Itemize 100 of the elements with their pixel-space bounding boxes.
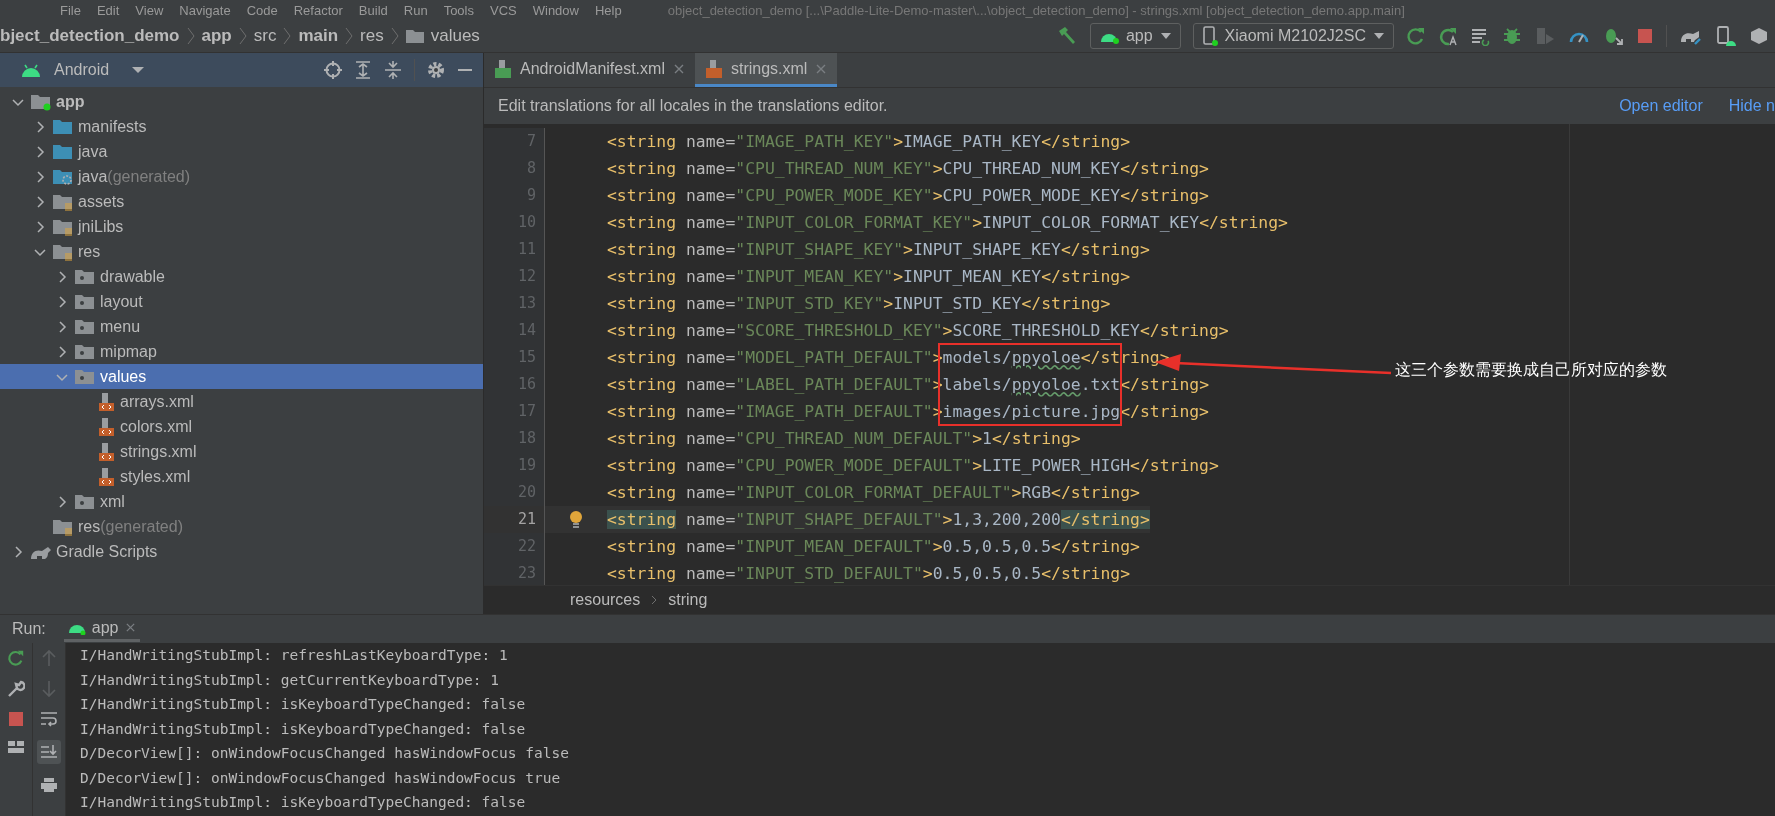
cube-icon[interactable] bbox=[1749, 26, 1769, 46]
settings-icon[interactable] bbox=[427, 61, 445, 79]
caret-icon bbox=[1159, 32, 1172, 40]
tree-item[interactable]: styles.xml bbox=[0, 464, 483, 489]
chevron-icon[interactable] bbox=[56, 320, 68, 333]
breadcrumb-item[interactable]: values bbox=[430, 26, 480, 46]
apply-changes-icon[interactable] bbox=[1438, 26, 1458, 46]
chevron-icon[interactable] bbox=[34, 120, 46, 133]
scroll-to-end-button[interactable] bbox=[37, 740, 61, 764]
chevron-icon bbox=[345, 26, 354, 46]
chevron-icon bbox=[186, 26, 195, 46]
printer-icon[interactable] bbox=[40, 777, 58, 793]
tree-item[interactable]: values bbox=[0, 364, 483, 389]
tree-item[interactable]: Gradle Scripts bbox=[0, 539, 483, 564]
device-dropdown[interactable]: Xiaomi M2102J2SC bbox=[1192, 23, 1394, 49]
breadcrumb-item[interactable]: string bbox=[668, 591, 708, 609]
log-line: I/HandWritingStubImpl: isKeyboardTypeChanged: false bbox=[80, 719, 527, 739]
tree-item[interactable]: layout bbox=[0, 289, 483, 314]
breadcrumb-item[interactable]: src bbox=[253, 26, 277, 46]
stop-icon[interactable] bbox=[1636, 27, 1654, 45]
notice-link[interactable]: Open editor bbox=[1619, 97, 1703, 115]
breadcrumb-item[interactable]: main bbox=[298, 26, 339, 46]
device-manager-icon[interactable] bbox=[1715, 25, 1737, 47]
code-line: <string name="SCORE_THRESHOLD_KEY">SCORE_THRESHOLD_KEY</string> bbox=[607, 320, 1229, 342]
tree-item[interactable]: drawable bbox=[0, 264, 483, 289]
expand-all-icon[interactable] bbox=[354, 61, 372, 79]
tree-item[interactable]: manifests bbox=[0, 114, 483, 139]
editor-tab[interactable]: AndroidManifest.xml bbox=[484, 53, 695, 87]
rerun-icon[interactable] bbox=[7, 649, 25, 667]
chevron-icon[interactable] bbox=[56, 295, 68, 308]
lightbulb-icon[interactable] bbox=[569, 509, 583, 530]
layout-icon[interactable] bbox=[7, 740, 25, 754]
soft-wrap-icon[interactable] bbox=[40, 711, 58, 727]
menubar-entry[interactable]: Navigate bbox=[179, 2, 231, 18]
tree-item[interactable]: menu bbox=[0, 314, 483, 339]
code-line: <string name="CPU_POWER_MODE_KEY">CPU_POWER_MODE_KEY</string> bbox=[607, 185, 1209, 207]
phone-icon bbox=[1201, 26, 1218, 46]
run-config-dropdown[interactable]: app bbox=[1089, 23, 1181, 49]
menubar-entry[interactable]: Build bbox=[358, 2, 388, 18]
caret-icon bbox=[131, 66, 146, 74]
collapse-all-icon[interactable] bbox=[384, 61, 402, 79]
menubar-entry[interactable]: Help bbox=[594, 2, 622, 18]
log-line: I/HandWritingStubImpl: isKeyboardTypeChanged: false bbox=[80, 695, 527, 714]
breadcrumb-item[interactable]: res bbox=[360, 26, 384, 46]
tree-item[interactable]: res(generated) bbox=[0, 514, 483, 539]
crosshair-icon[interactable] bbox=[324, 61, 342, 79]
folder-icon bbox=[52, 517, 74, 536]
chevron-icon[interactable] bbox=[56, 270, 68, 283]
chevron-icon[interactable] bbox=[56, 495, 68, 508]
tree-item[interactable]: mipmap bbox=[0, 339, 483, 364]
menubar-entry[interactable]: View bbox=[135, 2, 164, 18]
notice-link[interactable]: Hide n bbox=[1728, 97, 1775, 115]
tree-item[interactable]: strings.xml bbox=[0, 439, 483, 464]
bug-icon[interactable] bbox=[1502, 26, 1522, 46]
rerun-icon[interactable] bbox=[1406, 26, 1426, 46]
close-icon[interactable] bbox=[672, 62, 685, 75]
chevron-icon[interactable] bbox=[56, 345, 68, 358]
tree-item[interactable]: app bbox=[0, 89, 483, 114]
chevron-icon[interactable] bbox=[34, 195, 46, 208]
project-view-dropdown[interactable]: Android bbox=[54, 61, 146, 79]
tree-item[interactable]: res bbox=[0, 239, 483, 264]
panel-title: Run: bbox=[12, 620, 46, 638]
menubar-entry[interactable]: File bbox=[60, 2, 81, 18]
folder-icon bbox=[52, 167, 74, 186]
folder-icon bbox=[74, 267, 96, 286]
code-line: <string name="INPUT_COLOR_FORMAT_KEY">INPUT_COLOR_FORMAT_KEY</string> bbox=[607, 212, 1288, 234]
log-line: D/DecorView[]: onWindowFocusChanged hasWindowFocus false bbox=[80, 744, 570, 763]
annotation-text: 这三个参数需要换成自己所对应的参数 bbox=[1395, 360, 1667, 381]
xml-file-icon bbox=[96, 441, 116, 462]
log-line: I/HandWritingStubImpl: refreshLastKeyboardType: 1 bbox=[80, 646, 509, 665]
tree-item[interactable]: assets bbox=[0, 189, 483, 214]
chevron-icon[interactable] bbox=[34, 170, 46, 183]
tree-item[interactable]: java(generated) bbox=[0, 164, 483, 189]
breadcrumb-item[interactable]: resources bbox=[570, 591, 641, 609]
menubar-entry[interactable]: Run bbox=[403, 2, 428, 18]
code-line: <string name="INPUT_MEAN_KEY">INPUT_MEAN_KEY</string> bbox=[607, 266, 1131, 288]
code-line: <string name="INPUT_STD_DEFAULT">0.5,0.5,0.5</string> bbox=[607, 563, 1131, 585]
menubar-entry[interactable]: VCS bbox=[490, 2, 517, 18]
wrench-icon[interactable] bbox=[7, 680, 25, 698]
editor-tab[interactable]: strings.xml bbox=[694, 53, 838, 87]
code-line: <string name="INPUT_COLOR_FORMAT_DEFAULT">RGB</string> bbox=[607, 482, 1140, 504]
close-icon[interactable] bbox=[124, 622, 136, 633]
tree-item[interactable]: arrays.xml bbox=[0, 389, 483, 414]
folder-icon bbox=[30, 92, 52, 111]
chevron-icon[interactable] bbox=[12, 545, 24, 558]
chevron-icon[interactable] bbox=[34, 145, 46, 158]
breadcrumb-item[interactable]: bject_detection_demo bbox=[0, 26, 180, 46]
menubar-entry[interactable]: Edit bbox=[96, 2, 120, 18]
menubar-entry[interactable]: Window bbox=[532, 2, 579, 18]
tree-item[interactable]: java bbox=[0, 139, 483, 164]
folder-icon bbox=[405, 29, 424, 43]
menubar-entry[interactable]: Refactor bbox=[293, 2, 343, 18]
menubar-entry[interactable]: Code bbox=[246, 2, 278, 18]
tree-item[interactable]: colors.xml bbox=[0, 414, 483, 439]
breadcrumb-item[interactable]: app bbox=[201, 26, 232, 46]
stop-icon[interactable] bbox=[8, 711, 24, 727]
tree-item[interactable]: jniLibs bbox=[0, 214, 483, 239]
menubar-entry[interactable]: Tools bbox=[443, 2, 474, 18]
chevron-icon[interactable] bbox=[34, 220, 46, 233]
tree-item[interactable]: xml bbox=[0, 489, 483, 514]
